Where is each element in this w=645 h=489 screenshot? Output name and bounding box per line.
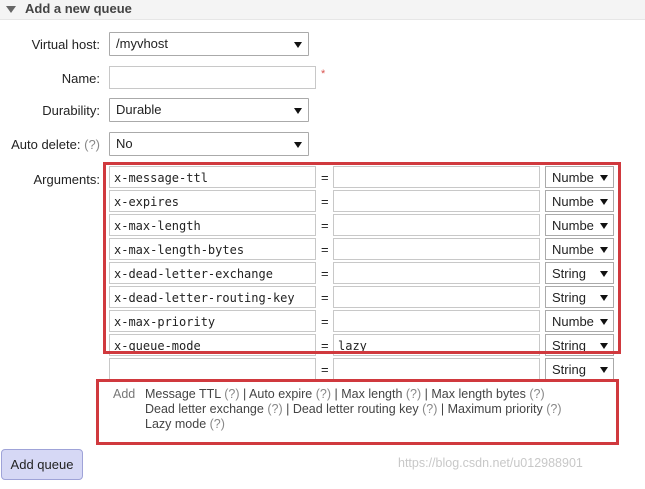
virtual-host-label: Virtual host: (31, 37, 100, 52)
durability-select[interactable]: Durable (109, 98, 309, 122)
name-input[interactable] (109, 66, 316, 89)
argument-value-input[interactable] (333, 358, 540, 380)
section-header[interactable]: Add a new queue (0, 0, 645, 20)
dropdown-arrow-icon (294, 108, 302, 114)
name-label: Name: (61, 71, 100, 86)
durability-label: Durability: (42, 103, 100, 118)
auto-delete-value: No (116, 136, 133, 151)
section-title: Add a new queue (25, 1, 132, 16)
add-queue-button[interactable]: Add queue (1, 449, 83, 480)
auto-delete-label: Auto delete: (11, 137, 81, 152)
arguments-highlight-box (103, 162, 621, 354)
dropdown-arrow-icon (294, 142, 302, 148)
required-marker: * (321, 68, 326, 80)
equals-sign: = (321, 362, 329, 377)
virtual-host-select[interactable]: /myvhost (109, 32, 309, 56)
auto-delete-label-group: Auto delete: (?) (0, 137, 100, 152)
durability-value: Durable (116, 102, 162, 117)
watermark: https://blog.csdn.net/u012988901 (398, 456, 583, 470)
collapse-triangle-icon[interactable] (6, 6, 16, 13)
virtual-host-value: /myvhost (116, 36, 169, 51)
add-links-highlight-box (96, 379, 619, 445)
auto-delete-help-icon[interactable]: (?) (84, 137, 100, 152)
dropdown-arrow-icon (600, 367, 608, 373)
dropdown-arrow-icon (294, 42, 302, 48)
arguments-label: Arguments: (33, 172, 100, 187)
argument-type-select[interactable]: String (545, 358, 614, 380)
argument-type-value: String (552, 362, 586, 377)
argument-key-input[interactable] (109, 358, 316, 380)
auto-delete-select[interactable]: No (109, 132, 309, 156)
